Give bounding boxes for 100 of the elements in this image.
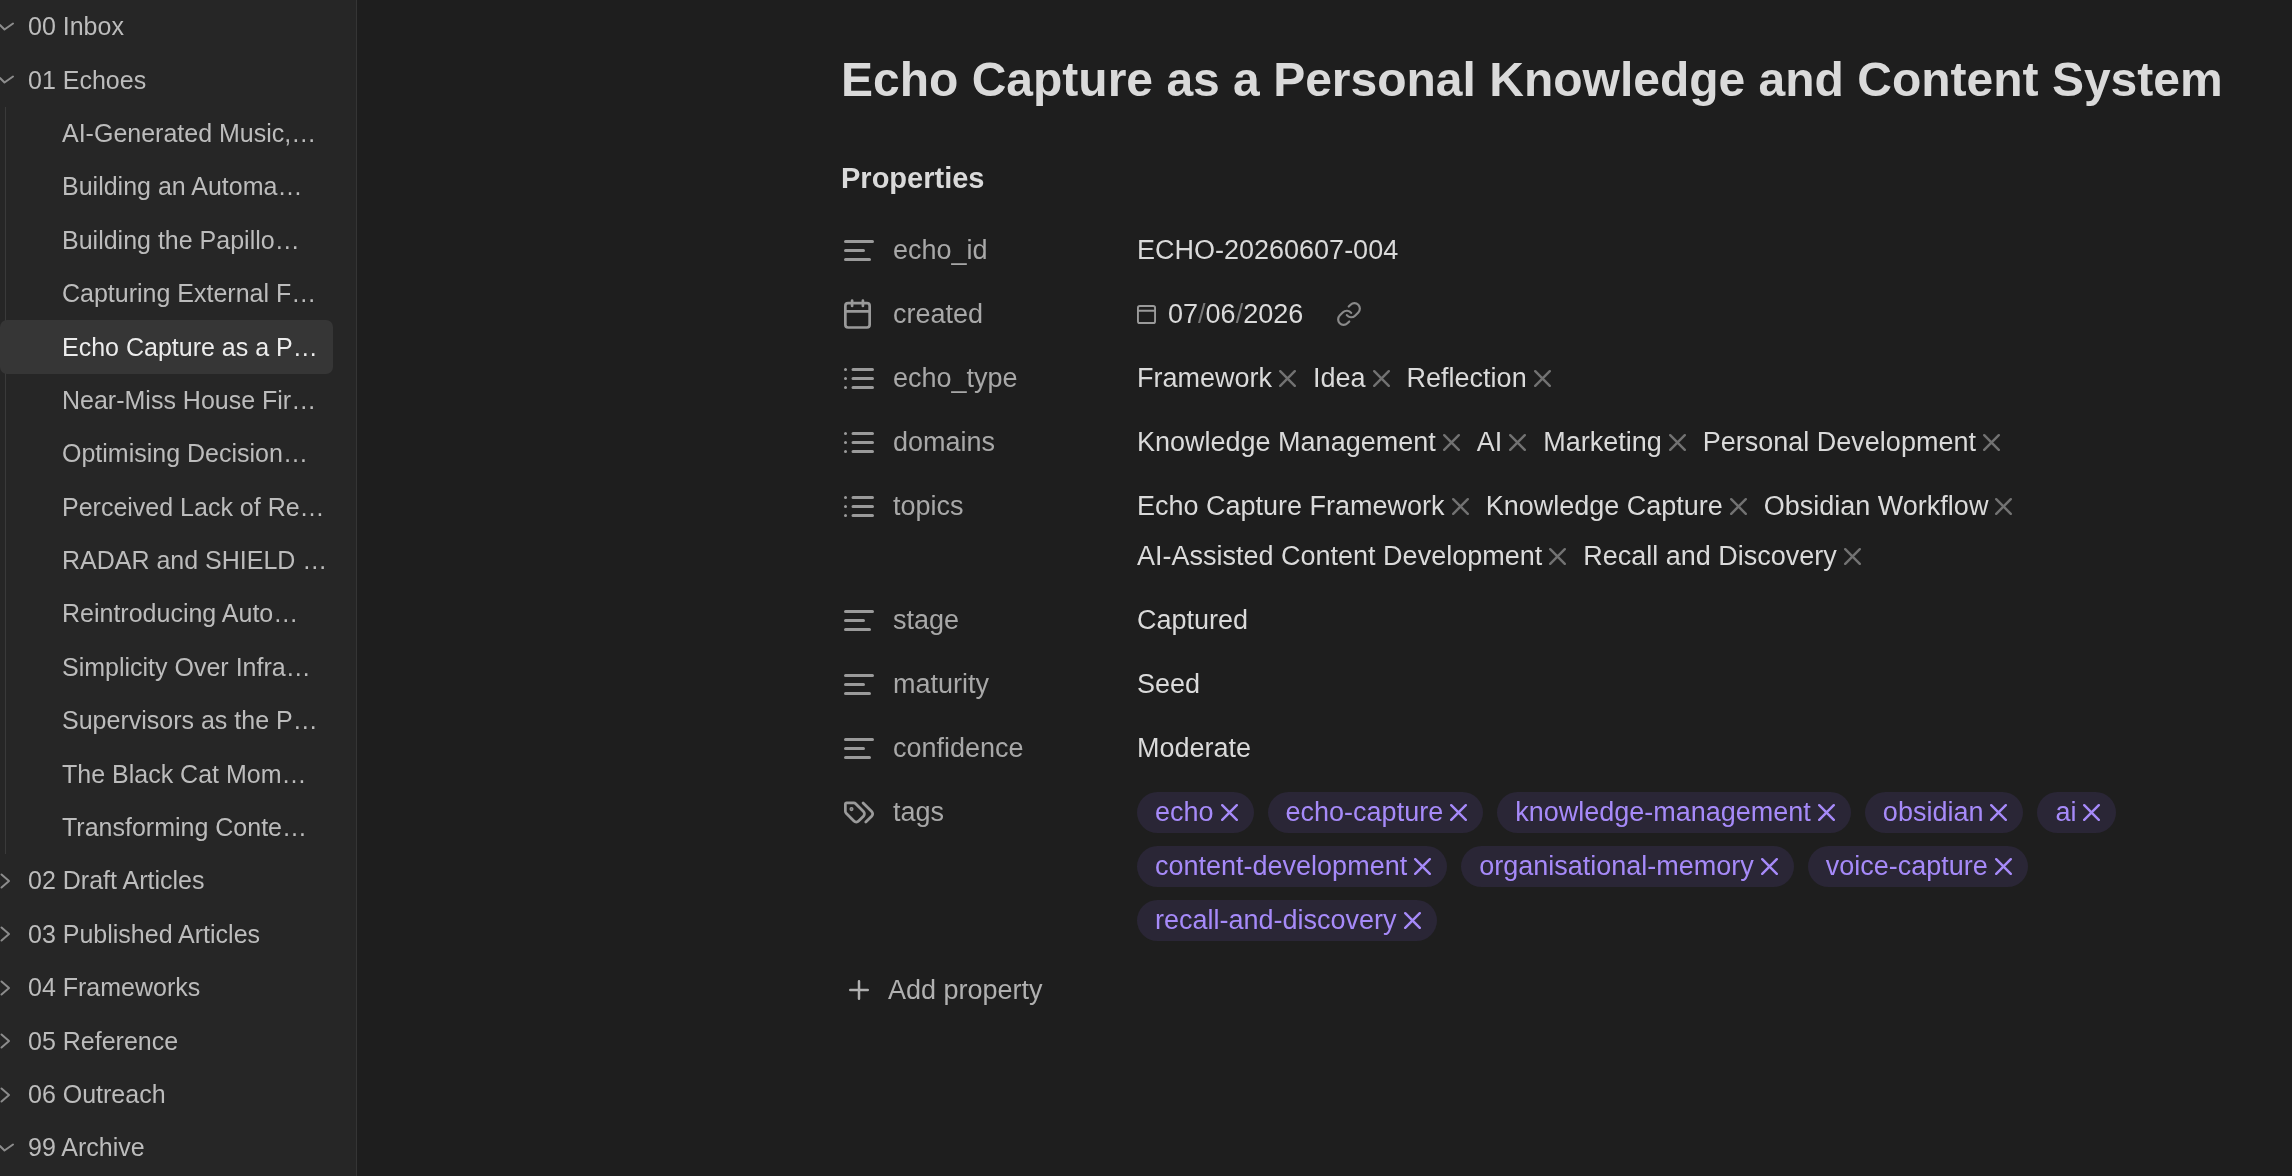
file-item[interactable]: Perceived Lack of Re… [0,480,333,534]
close-icon[interactable] [1729,497,1747,515]
close-icon[interactable] [1372,369,1390,387]
close-icon[interactable] [1414,857,1432,875]
chevron-icon[interactable] [0,1033,11,1050]
list-value[interactable]: Idea [1313,353,1390,403]
close-icon[interactable] [1533,369,1551,387]
property-name[interactable]: stage [893,595,1118,645]
folder-item[interactable]: 02 Draft Articles [0,854,356,908]
file-item[interactable]: Building the Papillo… [0,213,333,267]
plus-icon [849,980,869,1000]
tag-chip[interactable]: recall-and-discovery [1137,899,1437,941]
property-name[interactable]: created [893,289,1118,339]
property-name[interactable]: maturity [893,659,1118,709]
chevron-icon[interactable] [0,1142,14,1153]
list-value[interactable]: AI [1476,417,1527,467]
close-icon[interactable] [1279,369,1296,387]
close-icon[interactable] [1451,497,1469,515]
tag-chip[interactable]: ai [2037,791,2117,833]
tag-chip[interactable]: obsidian [1864,791,2024,833]
close-icon[interactable] [1994,857,2012,875]
tag-chip[interactable]: echo-capture [1267,791,1484,833]
lines-icon [844,239,874,261]
lines-icon [844,609,874,631]
property-value[interactable]: Captured [1137,605,1249,635]
close-icon[interactable] [1990,803,2008,821]
chevron-icon[interactable] [0,21,14,32]
list-value[interactable]: Personal Development [1702,417,2000,467]
chevron-icon[interactable] [0,872,11,889]
properties-heading: Properties [841,161,986,196]
property-name[interactable]: topics [893,481,1118,581]
property-name[interactable]: echo_type [893,353,1118,403]
close-icon[interactable] [2083,803,2101,821]
list-value[interactable]: Knowledge Management [1137,417,1460,467]
chevron-icon[interactable] [0,979,11,996]
file-item[interactable]: Transforming Conte… [0,800,333,855]
folder-item[interactable]: 04 Frameworks [0,961,356,1015]
file-item[interactable]: Near-Miss House Fir… [0,373,333,428]
link-icon[interactable] [1337,302,1362,326]
list-icon [844,495,874,517]
file-item[interactable]: Building an Automa… [0,160,333,214]
tag-icon [844,800,874,824]
property-name[interactable]: echo_id [893,225,1118,275]
close-icon[interactable] [1995,497,2013,515]
close-icon[interactable] [1403,911,1421,929]
list-icon [844,431,874,453]
close-icon[interactable] [1982,433,2000,451]
list-value[interactable]: Knowledge Capture [1485,481,1747,531]
list-value[interactable]: Obsidian Workflow [1763,481,2013,531]
folder-item[interactable]: 00 Inbox [0,0,356,54]
lines-icon [844,737,874,759]
date-field[interactable]: 07/06/2026 [1137,289,1304,339]
list-icon [844,367,874,389]
calendar-icon [844,299,871,329]
list-value[interactable]: Recall and Discovery [1583,531,1861,581]
list-value[interactable]: AI-Assisted Content Development [1137,531,1567,581]
tag-chip[interactable]: voice-capture [1807,845,2028,887]
close-icon[interactable] [1668,433,1686,451]
file-item[interactable]: Simplicity Over Infra… [0,640,333,695]
file-item[interactable]: The Black Cat Mom… [0,747,333,801]
file-item[interactable]: Supervisors as the P… [0,694,333,748]
close-icon[interactable] [1442,433,1460,451]
property-name[interactable]: domains [893,417,1118,467]
list-value[interactable]: Echo Capture Framework [1137,481,1469,531]
close-icon[interactable] [1817,803,1835,821]
add-property-button[interactable]: Add property [841,965,1051,1015]
list-value[interactable]: Marketing [1543,417,1686,467]
tag-chip[interactable]: organisational-memory [1461,845,1794,887]
file-item[interactable]: AI-Generated Music,… [0,106,333,161]
list-value[interactable]: Framework [1137,353,1296,403]
file-item[interactable]: Capturing External F… [0,266,333,321]
folder-item[interactable]: 05 Reference [0,1014,356,1068]
chevron-icon[interactable] [0,75,14,86]
note-title: Echo Capture as a Personal Knowledge and Content System [841,52,2224,108]
folder-item[interactable]: 03 Published Articles [0,907,356,962]
folder-item[interactable]: 06 Outreach [0,1067,356,1122]
property-value[interactable]: Moderate [1137,733,1252,763]
file-item[interactable]: Reintroducing Auto… [0,587,333,641]
close-icon[interactable] [1760,857,1778,875]
chevron-icon[interactable] [0,926,11,943]
calendar-icon [1137,304,1156,324]
close-icon[interactable] [1843,547,1861,565]
folder-item[interactable]: 01 Echoes [0,53,356,107]
close-icon[interactable] [1509,433,1527,451]
property-value[interactable]: Seed [1137,669,1201,699]
file-item[interactable]: Optimising Decision… [0,427,333,481]
property-name[interactable]: tags [893,787,1118,945]
list-value[interactable]: Reflection [1406,353,1551,403]
file-item[interactable]: RADAR and SHIELD … [0,533,333,588]
close-icon[interactable] [1220,803,1238,821]
close-icon[interactable] [1549,547,1567,565]
close-icon[interactable] [1450,803,1468,821]
chevron-icon[interactable] [0,1086,11,1103]
tag-chip[interactable]: content-development [1137,845,1448,887]
tag-chip[interactable]: knowledge-management [1497,791,1851,833]
tag-chip[interactable]: echo [1137,791,1254,833]
folder-item[interactable]: 99 Archive [0,1121,356,1175]
property-value[interactable]: ECHO-20260607-004 [1137,235,1399,265]
file-item[interactable]: Echo Capture as a P… [0,320,333,374]
property-name[interactable]: confidence [893,723,1118,773]
